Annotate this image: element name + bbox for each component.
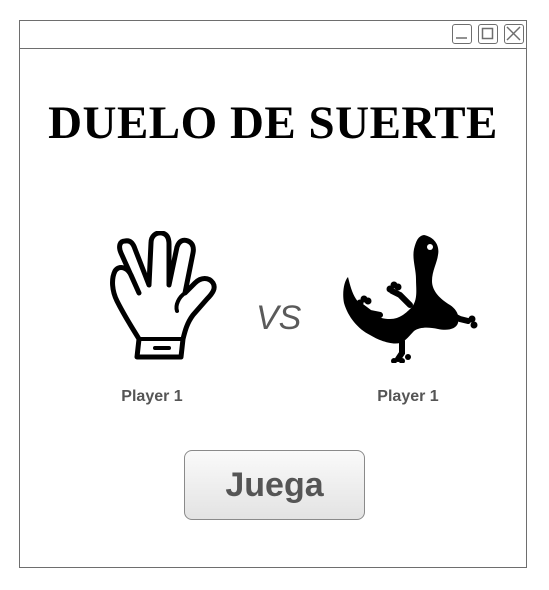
- page-title: DUELO DE SUERTE: [48, 97, 498, 149]
- close-button[interactable]: [504, 24, 524, 44]
- player-left-choice[interactable]: [107, 230, 217, 361]
- spock-hand-icon: [110, 230, 217, 360]
- lizard-icon: [343, 235, 478, 364]
- maximize-icon: [481, 27, 494, 40]
- player-left-label: Player 1: [121, 388, 183, 405]
- vs-label: VS: [256, 299, 302, 337]
- minimize-button[interactable]: [452, 24, 472, 44]
- minimize-icon: [456, 37, 467, 39]
- window-titlebar: [20, 21, 526, 49]
- close-icon: [506, 26, 521, 41]
- play-button[interactable]: Juega: [184, 450, 365, 520]
- app-window: DUELO DE SUERTE VS Player 1 Player 1 Jue…: [19, 20, 527, 568]
- player-right-label: Player 1: [377, 388, 439, 405]
- player-right-choice[interactable]: [340, 233, 480, 364]
- maximize-button[interactable]: [478, 24, 498, 44]
